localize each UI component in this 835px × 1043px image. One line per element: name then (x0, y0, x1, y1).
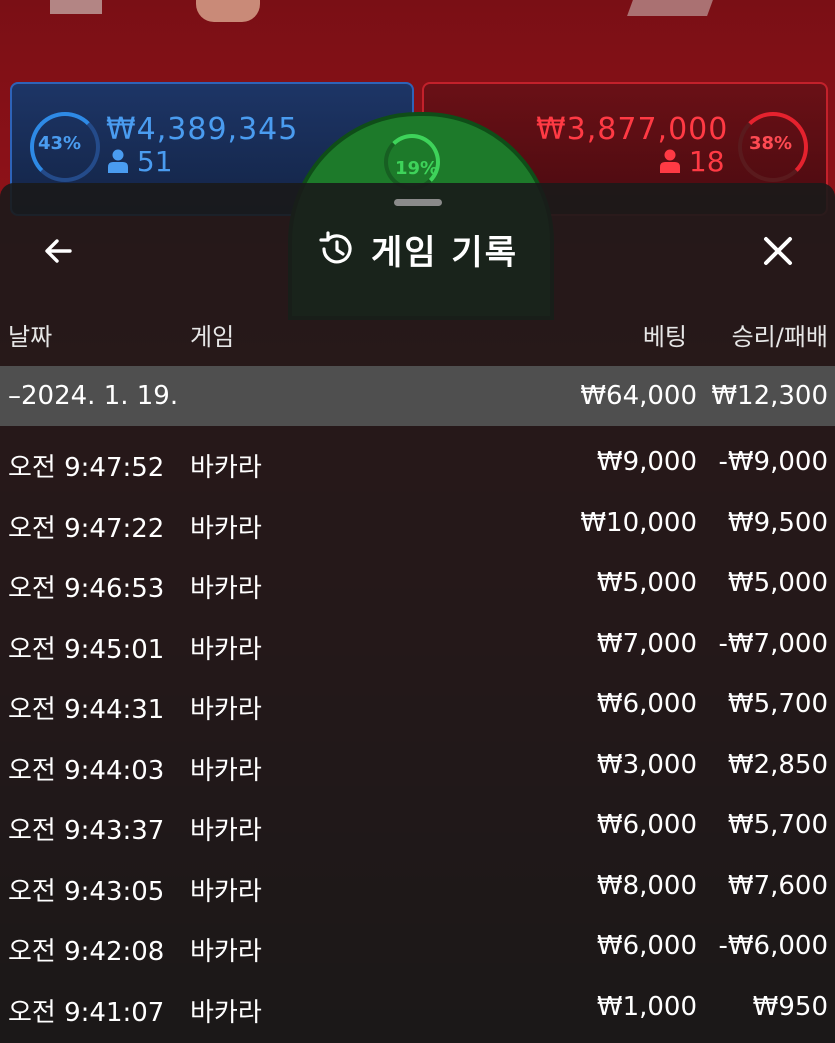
row-bet: ₩3,000 (596, 749, 697, 780)
history-clock-icon (319, 231, 352, 264)
player-amount: ₩4,389,345 (106, 112, 299, 147)
column-header-date: 날짜 (8, 323, 53, 351)
row-time: 오전 9:47:22 (8, 513, 165, 544)
history-row[interactable]: 오전 9:44:03 바카라 ₩3,000 ₩2,850 (0, 736, 835, 797)
tie-percent: 19% (395, 158, 439, 179)
row-time: 오전 9:41:07 (8, 997, 165, 1028)
sheet-header: 게임 기록 (0, 221, 835, 277)
date-summary-row[interactable]: –2024. 1. 19. ₩64,000 ₩12,300 (0, 366, 835, 426)
history-row[interactable]: 오전 9:42:08 바카라 ₩6,000 -₩6,000 (0, 917, 835, 978)
history-row[interactable]: 오전 9:43:05 바카라 ₩8,000 ₩7,600 (0, 857, 835, 918)
user-icon (660, 149, 680, 173)
row-time: 오전 9:44:31 (8, 695, 165, 725)
row-game: 바카라 (190, 453, 262, 483)
row-game: 바카라 (190, 755, 262, 786)
row-game: 바카라 (190, 634, 262, 665)
history-row[interactable]: 오전 9:44:31 바카라 ₩6,000 ₩5,700 (0, 675, 835, 736)
card-stack (627, 0, 713, 16)
row-bet: ₩9,000 (596, 447, 697, 477)
row-game: 바카라 (190, 695, 262, 725)
sheet-drag-handle[interactable] (394, 199, 442, 206)
card-stack (50, 0, 102, 14)
row-time: 오전 9:44:03 (8, 755, 165, 786)
close-icon (764, 237, 792, 265)
row-bet: ₩6,000 (596, 689, 697, 719)
row-bet: ₩6,000 (596, 810, 697, 840)
player-percent: 43% (38, 133, 82, 154)
dealer-hand (196, 0, 260, 22)
row-game: 바카라 (190, 574, 262, 604)
row-time: 오전 9:45:01 (8, 634, 165, 665)
user-icon (108, 149, 128, 173)
row-game: 바카라 (190, 876, 262, 907)
row-result: ₩2,850 (727, 749, 828, 780)
summary-date: –2024. 1. 19. (8, 381, 179, 411)
row-result: ₩9,500 (727, 507, 828, 538)
row-result: ₩5,700 (727, 810, 828, 840)
row-result: ₩5,700 (727, 689, 828, 719)
row-result: ₩5,000 (727, 568, 828, 598)
summary-bet: ₩64,000 (580, 381, 697, 411)
row-result: -₩6,000 (718, 931, 828, 961)
row-result: ₩950 (752, 991, 828, 1022)
banker-percent: 38% (749, 133, 793, 154)
row-time: 오전 9:47:52 (8, 453, 165, 483)
game-history-sheet: 게임 기록 날짜 게임 베팅 승리/패배 –2024. 1. 19. ₩64,0… (0, 183, 835, 1043)
row-result: -₩9,000 (718, 447, 828, 477)
page-title: 게임 기록 (371, 232, 518, 273)
summary-win-loss: ₩12,300 (711, 381, 828, 411)
column-header-game: 게임 (190, 323, 235, 351)
player-count: 51 (108, 145, 173, 178)
row-bet: ₩5,000 (596, 568, 697, 598)
row-bet: ₩1,000 (596, 991, 697, 1022)
column-header-bet: 베팅 (642, 323, 687, 351)
row-bet: ₩6,000 (596, 931, 697, 961)
history-row[interactable]: 오전 9:45:01 바카라 ₩7,000 -₩7,000 (0, 615, 835, 676)
row-time: 오전 9:43:05 (8, 876, 165, 907)
row-time: 오전 9:42:08 (8, 937, 165, 967)
row-bet: ₩8,000 (596, 870, 697, 901)
column-header-win-loss: 승리/패배 (731, 323, 828, 351)
banker-count: 18 (660, 145, 725, 178)
banker-amount: ₩3,877,000 (536, 112, 729, 147)
row-time: 오전 9:46:53 (8, 574, 165, 604)
row-game: 바카라 (190, 997, 262, 1028)
row-game: 바카라 (190, 513, 262, 544)
history-row[interactable]: 오전 9:47:52 바카라 ₩9,000 -₩9,000 (0, 433, 835, 494)
row-bet: ₩10,000 (580, 507, 697, 538)
history-list: 오전 9:47:52 바카라 ₩9,000 -₩9,000 오전 9:47:22… (0, 433, 835, 1038)
row-time: 오전 9:43:37 (8, 816, 165, 846)
row-game: 바카라 (190, 816, 262, 846)
history-row[interactable]: 오전 9:46:53 바카라 ₩5,000 ₩5,000 (0, 554, 835, 615)
row-game: 바카라 (190, 937, 262, 967)
history-row[interactable]: 오전 9:47:22 바카라 ₩10,000 ₩9,500 (0, 494, 835, 555)
row-result: -₩7,000 (718, 628, 828, 659)
row-bet: ₩7,000 (596, 628, 697, 659)
close-button[interactable] (756, 229, 800, 273)
history-row[interactable]: 오전 9:43:37 바카라 ₩6,000 ₩5,700 (0, 796, 835, 857)
row-result: ₩7,600 (727, 870, 828, 901)
history-row[interactable]: 오전 9:41:07 바카라 ₩1,000 ₩950 (0, 978, 835, 1039)
